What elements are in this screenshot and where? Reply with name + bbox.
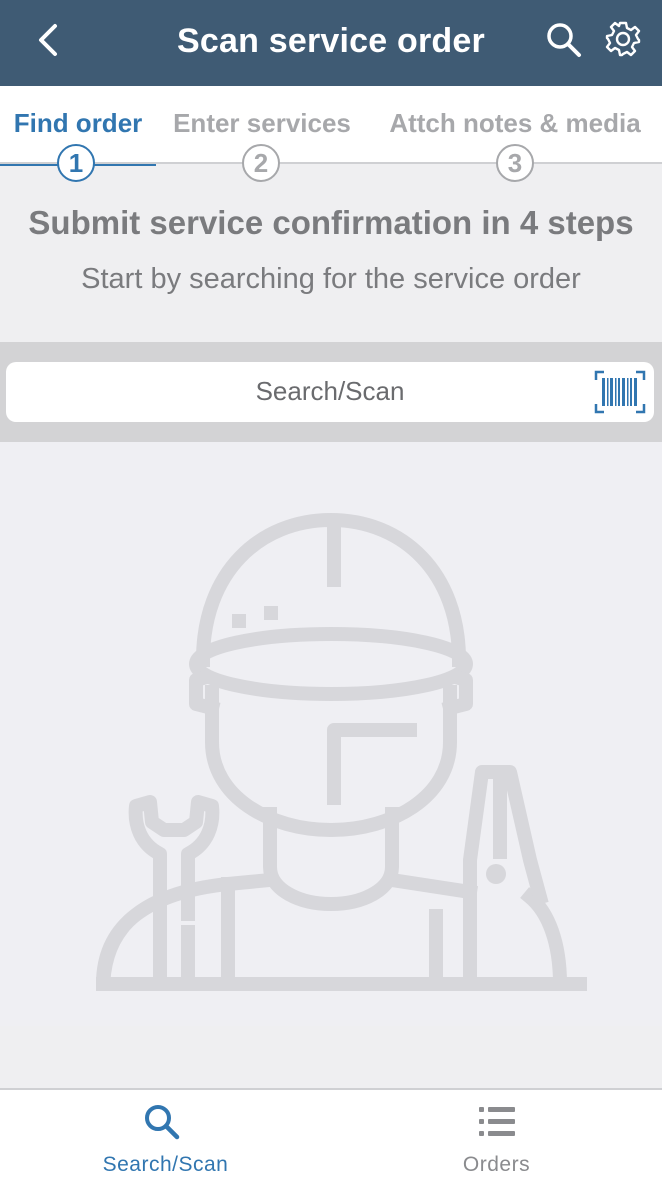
step-tabs: Find order 1 Enter services 2 Attch note… (0, 86, 662, 182)
header-search-button[interactable] (542, 18, 586, 62)
app-header: Scan service order (0, 0, 662, 86)
search-input[interactable]: Search/Scan (6, 362, 654, 422)
gear-icon (605, 21, 641, 57)
search-icon (547, 23, 581, 57)
barcode-scan-button[interactable] (594, 370, 646, 414)
tab-enter-services[interactable]: Enter services 2 (156, 86, 368, 182)
intro-heading: Submit service confirmation in 4 steps (28, 204, 634, 241)
nav-orders[interactable]: Orders (331, 1090, 662, 1190)
barcode-scan-icon (594, 370, 646, 414)
step-number-2: 2 (242, 144, 280, 182)
step-number-3: 3 (496, 144, 534, 182)
intro-subheading: Start by searching for the service order (81, 263, 581, 295)
list-icon (478, 1107, 515, 1136)
content-filler (0, 1026, 662, 1088)
step-number-1: 1 (57, 144, 95, 182)
tab-find-order[interactable]: Find order 1 (0, 86, 156, 182)
search-icon (145, 1105, 180, 1140)
search-area: Search/Scan (0, 342, 662, 442)
nav-label-search-scan: Search/Scan (102, 1153, 229, 1176)
nav-label-orders: Orders (462, 1153, 531, 1176)
nav-search-scan[interactable]: Search/Scan (0, 1090, 331, 1190)
bottom-navigation: Search/Scan Orders (0, 1088, 662, 1190)
search-placeholder: Search/Scan (255, 376, 405, 406)
step-label-enter-services: Enter services (173, 108, 351, 138)
tab-attach-notes-media[interactable]: Attch notes & media 3 (368, 86, 662, 182)
technician-illustration (95, 513, 587, 992)
intro-section: Submit service confirmation in 4 steps S… (0, 166, 662, 342)
settings-button[interactable] (600, 16, 646, 62)
step-label-find-order: Find order (13, 108, 143, 138)
step-label-attach-notes-media: Attch notes & media (389, 108, 641, 138)
empty-state-illustration (0, 442, 662, 1026)
